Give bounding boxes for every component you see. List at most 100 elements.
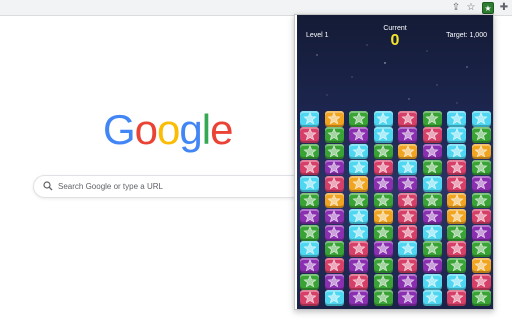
star-tile[interactable] [324, 208, 344, 225]
puzzle-extensions-icon[interactable]: ✚ [498, 2, 510, 14]
star-tile[interactable] [300, 127, 319, 143]
star-tile[interactable] [324, 290, 344, 306]
star-tile[interactable] [422, 208, 442, 225]
star-tile[interactable] [373, 290, 393, 306]
star-tile[interactable] [398, 192, 417, 208]
star-tile[interactable] [398, 241, 417, 257]
star-tile[interactable] [300, 274, 319, 290]
star-tile[interactable] [324, 225, 344, 241]
bookmark-star-icon[interactable]: ☆ [465, 2, 477, 14]
star-tile[interactable] [398, 159, 417, 176]
star-tile[interactable] [471, 127, 491, 143]
star-tile[interactable] [422, 225, 442, 241]
star-tile[interactable] [447, 225, 466, 241]
star-tile[interactable] [447, 192, 466, 208]
star-tile[interactable] [471, 143, 491, 160]
star-tile[interactable] [373, 111, 393, 127]
star-tile[interactable] [398, 111, 417, 127]
star-tile[interactable] [398, 257, 417, 274]
star-tile[interactable] [324, 127, 344, 143]
extension-game-icon[interactable]: ★ [482, 2, 494, 14]
star-tile[interactable] [300, 192, 319, 208]
star-tile[interactable] [324, 111, 344, 127]
star-tile[interactable] [398, 143, 417, 160]
star-tile[interactable] [324, 176, 344, 192]
star-tile[interactable] [447, 290, 466, 306]
star-tile[interactable] [373, 208, 393, 225]
star-tile[interactable] [300, 176, 319, 192]
star-tile[interactable] [398, 274, 417, 290]
star-tile[interactable] [398, 225, 417, 241]
star-tile[interactable] [471, 241, 491, 257]
star-tile[interactable] [300, 143, 319, 160]
star-tile[interactable] [447, 176, 466, 192]
star-tile[interactable] [422, 192, 442, 208]
star-tile[interactable] [447, 159, 466, 176]
star-tile[interactable] [324, 274, 344, 290]
star-tile[interactable] [373, 257, 393, 274]
star-tile[interactable] [324, 241, 344, 257]
star-tile[interactable] [349, 208, 368, 225]
star-tile[interactable] [349, 111, 368, 127]
star-tile[interactable] [447, 127, 466, 143]
star-tile[interactable] [422, 257, 442, 274]
star-tile[interactable] [349, 241, 368, 257]
star-tile[interactable] [349, 176, 368, 192]
star-tile[interactable] [398, 127, 417, 143]
star-tile[interactable] [373, 274, 393, 290]
star-tile[interactable] [471, 111, 491, 127]
star-tile[interactable] [471, 159, 491, 176]
star-tile[interactable] [398, 290, 417, 306]
star-tile[interactable] [471, 274, 491, 290]
star-tile[interactable] [300, 159, 319, 176]
search-box[interactable]: Search Google or type a URL [33, 175, 333, 198]
star-tile[interactable] [373, 176, 393, 192]
star-tile[interactable] [422, 176, 442, 192]
star-tile[interactable] [300, 111, 319, 127]
star-tile[interactable] [398, 208, 417, 225]
star-tile[interactable] [373, 143, 393, 160]
star-tile[interactable] [471, 225, 491, 241]
star-tile[interactable] [422, 159, 442, 176]
star-tile[interactable] [422, 274, 442, 290]
star-tile[interactable] [447, 274, 466, 290]
star-tile[interactable] [300, 225, 319, 241]
star-tile[interactable] [349, 192, 368, 208]
star-tile[interactable] [447, 208, 466, 225]
star-tile[interactable] [447, 111, 466, 127]
star-tile[interactable] [422, 241, 442, 257]
star-tile[interactable] [422, 127, 442, 143]
star-tile[interactable] [373, 192, 393, 208]
star-tile[interactable] [373, 225, 393, 241]
star-tile[interactable] [300, 208, 319, 225]
star-tile[interactable] [471, 257, 491, 274]
star-tile[interactable] [349, 274, 368, 290]
star-tile[interactable] [300, 257, 319, 274]
star-tile[interactable] [447, 241, 466, 257]
star-tile[interactable] [349, 127, 368, 143]
star-tile[interactable] [324, 159, 344, 176]
star-tile[interactable] [300, 241, 319, 257]
star-tile[interactable] [349, 225, 368, 241]
star-tile[interactable] [349, 159, 368, 176]
star-tile[interactable] [349, 143, 368, 160]
star-tile[interactable] [471, 192, 491, 208]
star-tile[interactable] [447, 257, 466, 274]
star-tile[interactable] [398, 176, 417, 192]
star-tile[interactable] [300, 290, 319, 306]
star-tile[interactable] [349, 257, 368, 274]
star-tile[interactable] [349, 290, 368, 306]
star-tile[interactable] [422, 143, 442, 160]
star-tile[interactable] [373, 127, 393, 143]
star-tile[interactable] [471, 208, 491, 225]
star-tile[interactable] [324, 192, 344, 208]
star-tile[interactable] [471, 176, 491, 192]
star-tile[interactable] [471, 290, 491, 306]
star-tile[interactable] [373, 241, 393, 257]
star-tile[interactable] [373, 159, 393, 176]
star-tile[interactable] [324, 143, 344, 160]
star-tile[interactable] [422, 111, 442, 127]
star-tile[interactable] [324, 257, 344, 274]
share-icon[interactable]: ⇪ [450, 2, 462, 14]
star-tile[interactable] [447, 143, 466, 160]
